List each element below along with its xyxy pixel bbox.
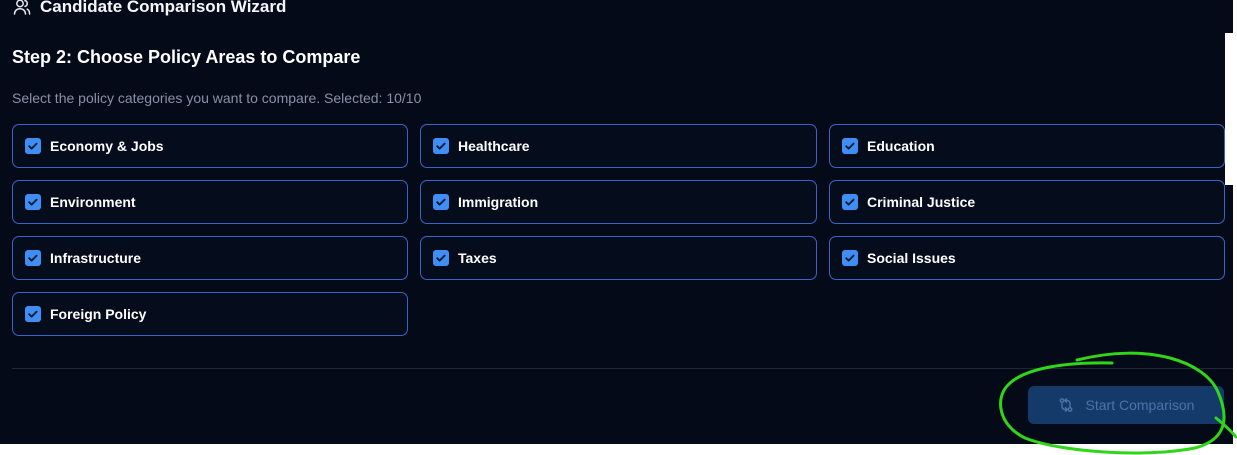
checkbox-checked-icon[interactable]: [842, 250, 858, 266]
checkbox-checked-icon[interactable]: [25, 306, 41, 322]
policy-option-infrastructure[interactable]: Infrastructure: [12, 236, 408, 280]
step-subtitle: Select the policy categories you want to…: [12, 90, 422, 106]
policy-option-criminal-justice[interactable]: Criminal Justice: [829, 180, 1225, 224]
checkbox-checked-icon[interactable]: [25, 138, 41, 154]
policy-option-label: Environment: [50, 194, 136, 210]
policy-option-label: Taxes: [458, 250, 497, 266]
checkbox-checked-icon[interactable]: [842, 194, 858, 210]
policy-option-label: Education: [867, 138, 935, 154]
checkbox-checked-icon[interactable]: [433, 194, 449, 210]
policy-option-environment[interactable]: Environment: [12, 180, 408, 224]
step-title: Step 2: Choose Policy Areas to Compare: [12, 47, 361, 67]
policy-option-label: Infrastructure: [50, 250, 142, 266]
policy-option-label: Immigration: [458, 194, 539, 210]
start-comparison-button[interactable]: Start Comparison: [1028, 386, 1224, 424]
policy-option-label: Healthcare: [458, 138, 530, 154]
policy-option-immigration[interactable]: Immigration: [420, 180, 817, 224]
policy-option-label: Social Issues: [867, 250, 956, 266]
policy-option-healthcare[interactable]: Healthcare: [420, 124, 817, 168]
wizard-panel: Candidate Comparison Wizard Step 2: Choo…: [0, 0, 1233, 444]
checkbox-checked-icon[interactable]: [842, 138, 858, 154]
footer-divider: [12, 368, 1233, 369]
wizard-title: Candidate Comparison Wizard: [40, 0, 287, 16]
compare-arrows-icon: [1058, 397, 1074, 413]
checkbox-checked-icon[interactable]: [433, 250, 449, 266]
policy-option-economy-jobs[interactable]: Economy & Jobs: [12, 124, 408, 168]
checkbox-checked-icon[interactable]: [25, 250, 41, 266]
policy-option-label: Criminal Justice: [867, 194, 976, 210]
policy-option-label: Economy & Jobs: [50, 138, 164, 154]
policy-option-social-issues[interactable]: Social Issues: [829, 236, 1225, 280]
policy-options-grid: Economy & Jobs Healthcare Education Envi…: [12, 124, 1225, 336]
policy-option-label: Foreign Policy: [50, 306, 147, 322]
policy-option-foreign-policy[interactable]: Foreign Policy: [12, 292, 408, 336]
wizard-header: Candidate Comparison Wizard: [12, 0, 286, 20]
start-comparison-label: Start Comparison: [1085, 397, 1195, 413]
scrollbar-track[interactable]: [1225, 33, 1233, 185]
policy-option-taxes[interactable]: Taxes: [420, 236, 817, 280]
users-icon: [12, 0, 32, 17]
checkbox-checked-icon[interactable]: [433, 138, 449, 154]
checkbox-checked-icon[interactable]: [25, 194, 41, 210]
policy-option-education[interactable]: Education: [829, 124, 1225, 168]
